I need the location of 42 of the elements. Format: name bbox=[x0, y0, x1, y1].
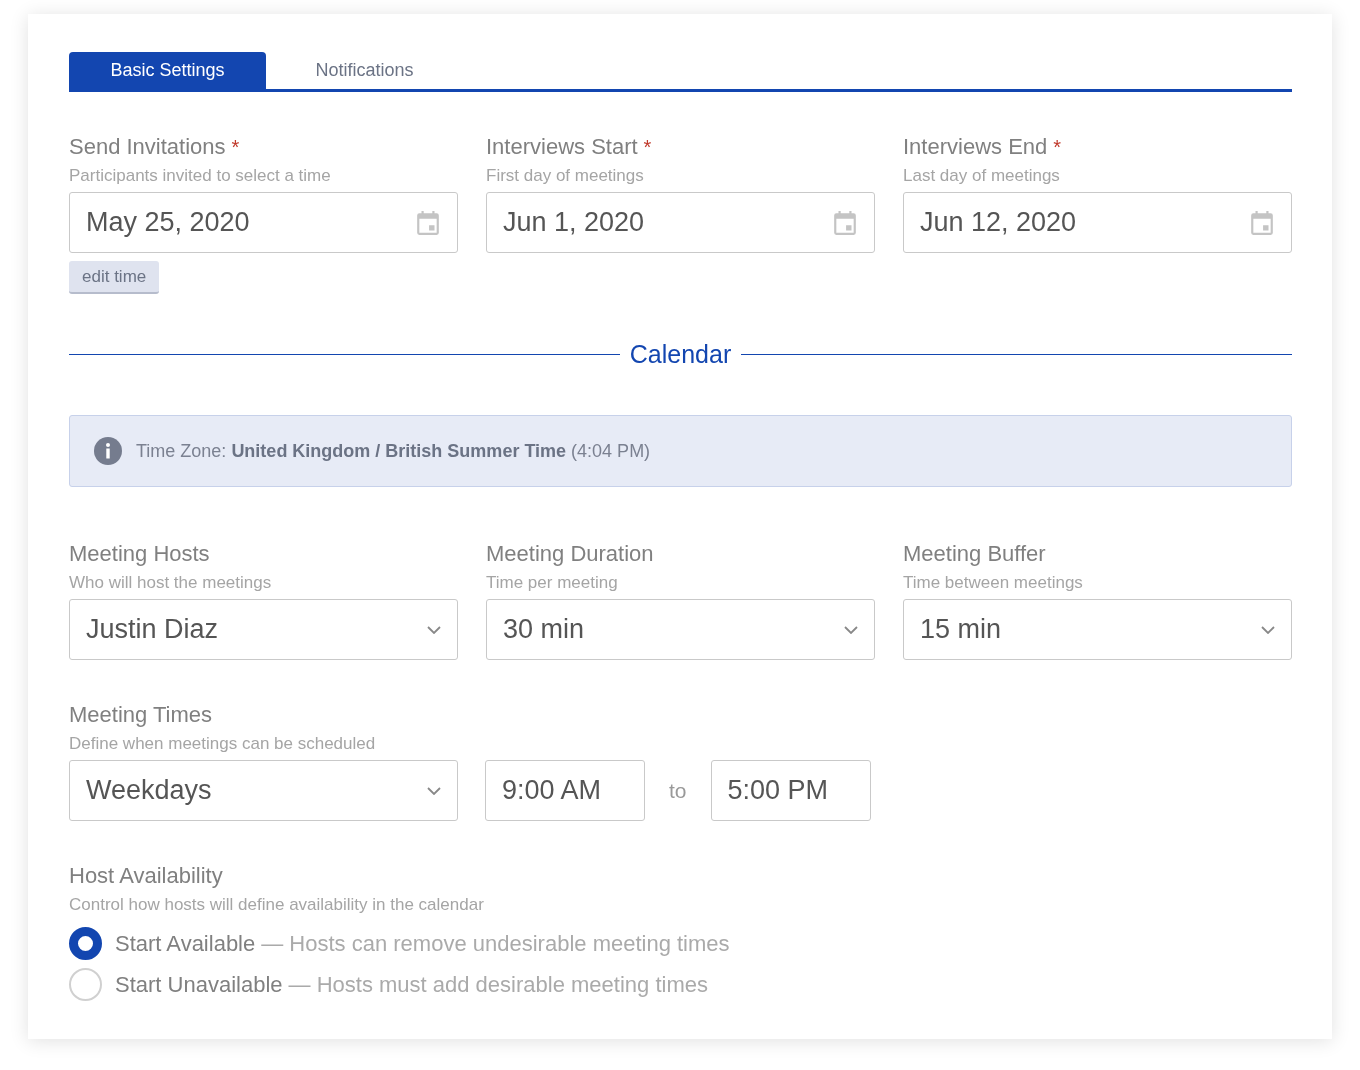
range-separator: to bbox=[669, 778, 687, 803]
time-zone-text: Time Zone: United Kingdom / British Summer Time (4:04 PM) bbox=[136, 440, 651, 462]
field-hint: Control how hosts will define availability in the calendar bbox=[69, 895, 485, 915]
chevron-down-icon bbox=[427, 625, 441, 634]
date-field[interactable]: Jun 1, 2020 bbox=[486, 192, 875, 253]
field-hint: Participants invited to select a time bbox=[69, 166, 332, 186]
field-label: Meeting Duration bbox=[486, 541, 655, 567]
field-hint: Last day of meetings bbox=[903, 166, 1061, 186]
edit-time-button[interactable]: edit time bbox=[69, 261, 160, 294]
tab[interactable]: Notifications bbox=[266, 52, 463, 89]
date-field[interactable]: Jun 12, 2020 bbox=[903, 192, 1292, 253]
field-label: Host Availability bbox=[69, 863, 224, 889]
select-field[interactable]: 15 min bbox=[903, 599, 1292, 660]
date-field[interactable]: May 25, 2020 bbox=[69, 192, 458, 253]
field-label: Meeting Buffer bbox=[903, 541, 1047, 567]
required-mark: * bbox=[643, 136, 652, 159]
select-field[interactable]: Justin Diaz bbox=[69, 599, 458, 660]
field-label: Meeting Times bbox=[69, 702, 214, 728]
field-label: Interviews End bbox=[903, 134, 1048, 160]
field-hint: Define when meetings can be scheduled bbox=[69, 734, 377, 754]
chevron-down-icon bbox=[1261, 625, 1275, 634]
radio-option[interactable]: Start Unavailable — Hosts must add desirable meeting times bbox=[69, 968, 1292, 1001]
tab[interactable]: Basic Settings bbox=[69, 52, 266, 89]
time-field[interactable]: 9:00 AM bbox=[485, 760, 645, 821]
field-hint: Time per meeting bbox=[486, 573, 619, 593]
field-hint: First day of meetings bbox=[486, 166, 645, 186]
field-label: Meeting Hosts bbox=[69, 541, 211, 567]
field-hint: Who will host the meetings bbox=[69, 573, 273, 593]
field-hint: Time between meetings bbox=[903, 573, 1084, 593]
chevron-down-icon bbox=[844, 625, 858, 634]
field-label: Interviews Start bbox=[486, 134, 638, 160]
radio-button[interactable] bbox=[69, 927, 102, 960]
time-field[interactable]: 5:00 PM bbox=[710, 760, 871, 821]
radio-option[interactable]: Start Available — Hosts can remove undesirable meeting times bbox=[69, 927, 1292, 960]
chevron-down-icon bbox=[427, 786, 441, 795]
required-mark: * bbox=[231, 136, 240, 159]
field-label: Send Invitations bbox=[69, 134, 226, 160]
section-title: Calendar bbox=[629, 340, 732, 369]
required-mark: * bbox=[1053, 136, 1062, 159]
select-field[interactable]: 30 min bbox=[486, 599, 875, 660]
info-icon bbox=[94, 437, 122, 465]
select-field[interactable]: Weekdays bbox=[69, 760, 458, 821]
